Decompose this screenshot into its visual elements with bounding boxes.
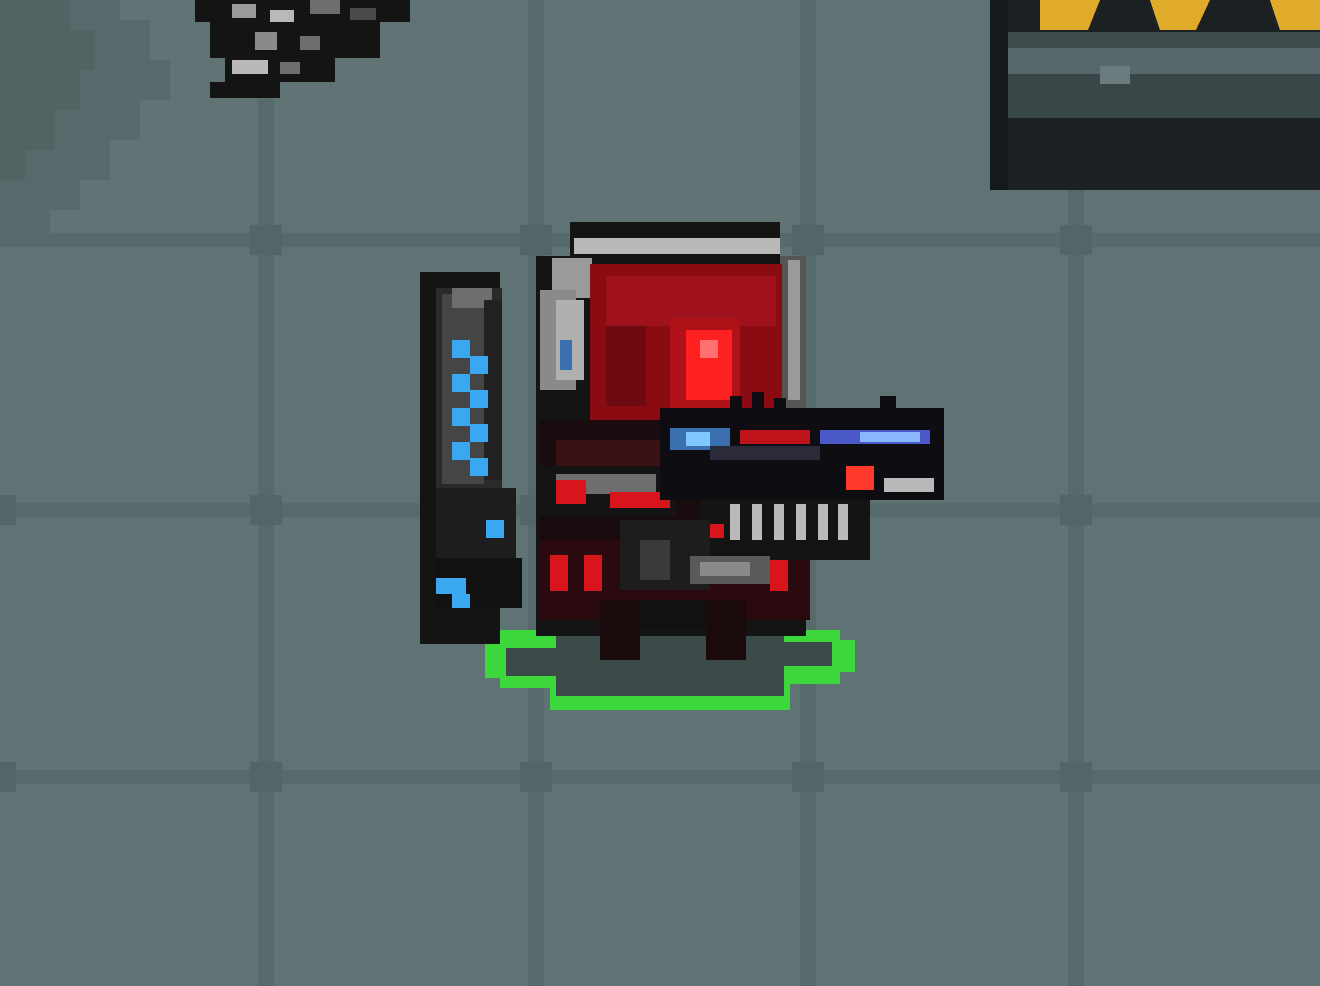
game-scene [0,0,1320,986]
robot-eye [670,318,740,408]
hazard-striped-crate [990,0,1320,190]
game-world [0,0,1320,986]
